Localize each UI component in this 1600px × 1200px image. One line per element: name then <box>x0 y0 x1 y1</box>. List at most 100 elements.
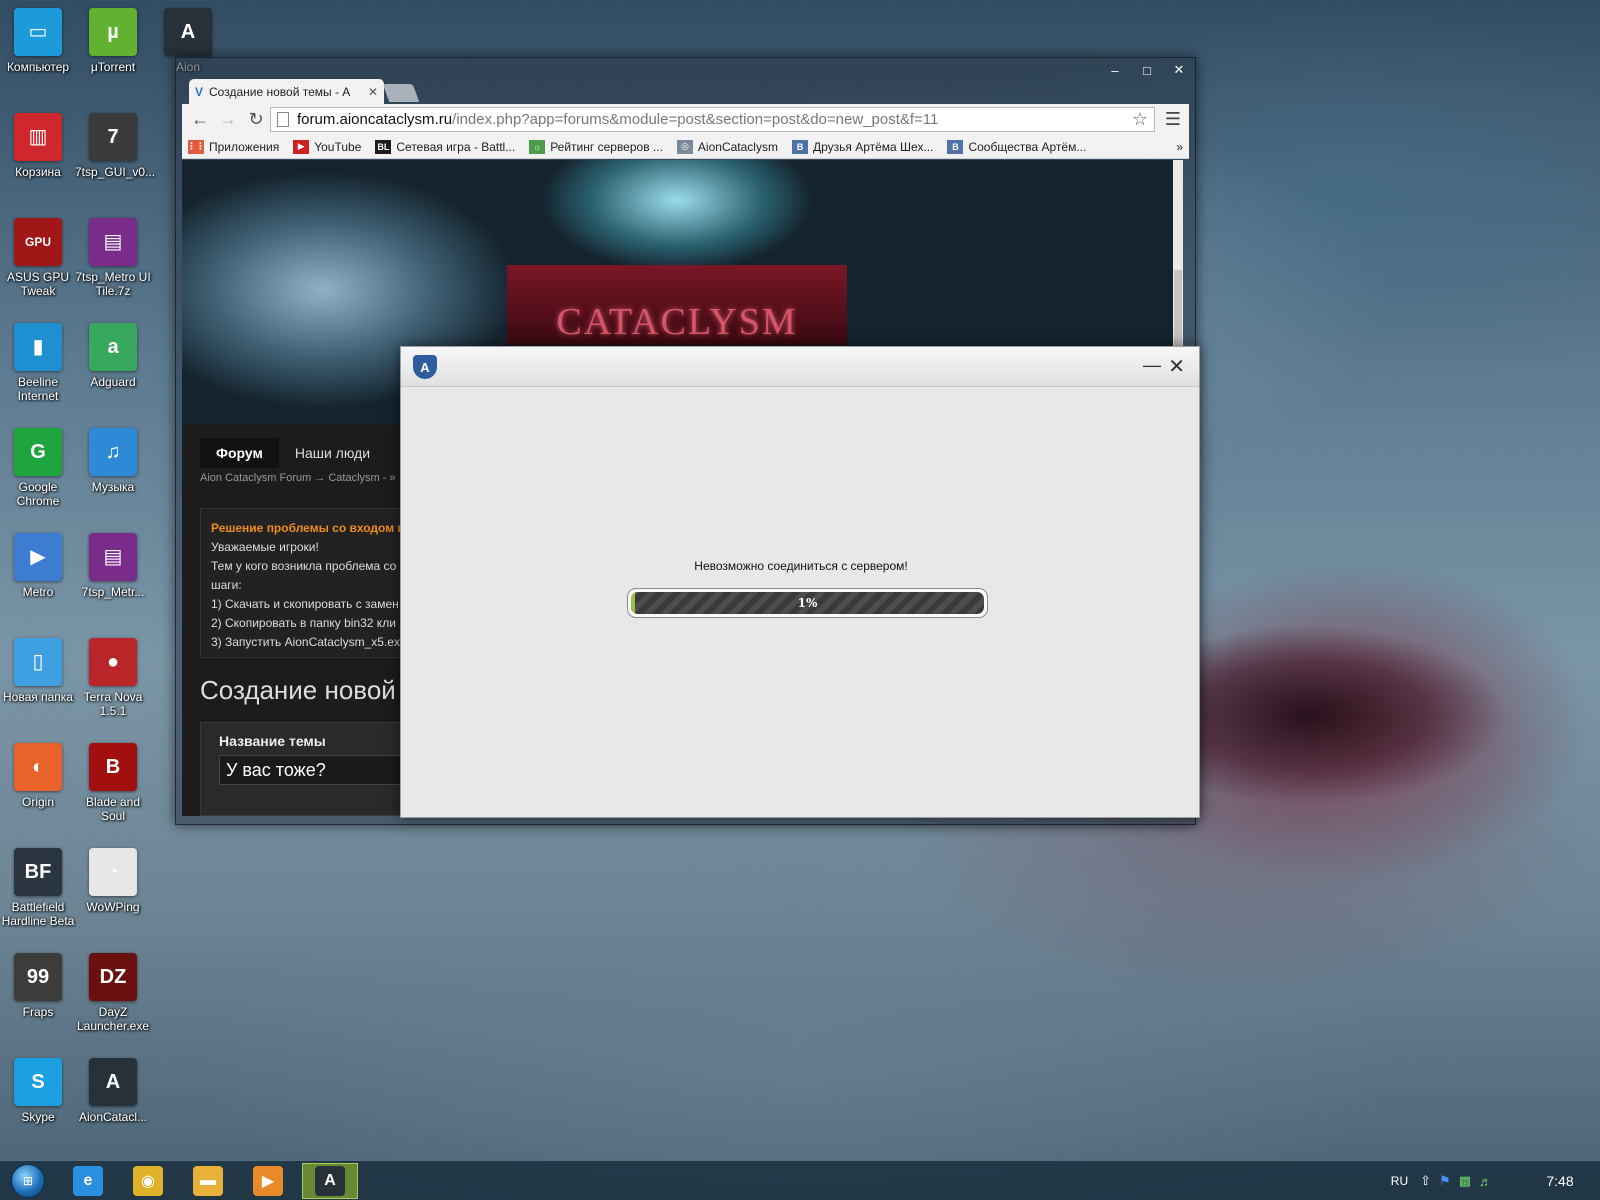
page-icon <box>277 112 289 127</box>
desktop-icon-label: Terra Nova 1.5.1 <box>83 690 143 718</box>
desktop-icon[interactable]: 99 Fraps <box>0 953 76 1019</box>
desktop-icon[interactable]: ▭ Компьютер <box>0 8 76 74</box>
maximize-icon[interactable]: □ <box>1131 58 1163 82</box>
bookmark-favicon-icon: ☼ <box>529 139 546 154</box>
bookmark-favicon-icon: BL <box>375 139 392 154</box>
update-progress-bar: 1% <box>627 588 988 618</box>
app-icon: ▯ <box>14 638 62 686</box>
bookmark-label: Друзья Артёма Шех... <box>812 139 934 154</box>
address-bar[interactable]: forum.aioncataclysm.ru/index.php?app=for… <box>270 107 1155 132</box>
bookmark-item[interactable]: ▶ YouTube <box>293 139 362 154</box>
tab-close-icon[interactable]: ✕ <box>368 85 378 99</box>
launcher-minimize-icon[interactable]: — <box>1143 355 1161 376</box>
bookmark-item[interactable]: B Сообщества Артём... <box>947 139 1086 154</box>
desktop-icon[interactable]: DZ DayZ Launcher.exe <box>75 953 151 1033</box>
flag-icon[interactable]: ⚑ <box>1439 1173 1451 1189</box>
desktop-icon[interactable]: G Google Chrome <box>0 428 76 508</box>
desktop-icon-label: AionCatacl... <box>78 1110 148 1124</box>
desktop-icon[interactable]: GPU ASUS GPU Tweak <box>0 218 76 298</box>
bookmark-favicon-icon: ▶ <box>293 139 310 154</box>
menu-hamburger-icon[interactable]: ☰ <box>1161 109 1185 130</box>
bookmark-label: Приложения <box>209 139 280 154</box>
taskbar-internet-explorer-button[interactable]: e <box>60 1163 116 1199</box>
reload-icon[interactable]: ↻ <box>242 109 270 130</box>
bookmark-item[interactable]: BL Сетевая игра - Battl... <box>375 139 516 154</box>
new-tab-button[interactable] <box>382 84 420 102</box>
bookmark-item[interactable]: ☼ Рейтинг серверов ... <box>529 139 663 154</box>
bookmark-label: Рейтинг серверов ... <box>550 139 663 154</box>
site-favicon-icon: V <box>195 84 204 99</box>
close-icon[interactable]: ✕ <box>1163 58 1195 82</box>
desktop-icon-label: Origin <box>21 795 54 809</box>
launcher-dialog: A — ✕ Невозможно соединиться с сервером!… <box>400 346 1200 818</box>
desktop-icon-label: ASUS GPU Tweak <box>6 270 69 298</box>
desktop-icon[interactable]: ▤ 7tsp_Metr... <box>75 533 151 599</box>
desktop-icon-label: Fraps <box>22 1005 54 1019</box>
bookmark-label: YouTube <box>314 139 362 154</box>
desktop-icon[interactable]: A AionCatacl... <box>75 1058 151 1124</box>
back-arrow-icon[interactable]: ← <box>186 109 214 130</box>
desktop-icon[interactable]: ♫ Музыка <box>75 428 151 494</box>
clock[interactable]: 7:48 <box>1520 1173 1600 1189</box>
launcher-close-icon[interactable]: ✕ <box>1168 354 1185 379</box>
app-icon: B <box>89 743 137 791</box>
app-icon: A <box>164 8 212 56</box>
desktop-icon[interactable]: ▶ Metro <box>0 533 76 599</box>
taskbar-aion-launcher-button[interactable]: A <box>302 1163 358 1199</box>
system-tray: RU ⇧ ⚑ ▩ ♬ 7:48 <box>1391 1161 1600 1200</box>
desktop-icon[interactable]: ▯ Новая папка <box>0 638 76 704</box>
forward-arrow-icon[interactable]: → <box>214 109 242 130</box>
desktop-icon[interactable]: ▥ Корзина <box>0 113 76 179</box>
bookmark-item[interactable]: ◎ AionCataclysm <box>676 139 778 154</box>
minimize-icon[interactable]: – <box>1099 58 1131 82</box>
forum-tab[interactable]: Форум <box>200 438 279 468</box>
desktop-icon[interactable]: a Adguard <box>75 323 151 389</box>
page-title: Создание новой <box>200 675 396 705</box>
bookmark-favicon-icon: B <box>791 139 808 154</box>
breadcrumb[interactable]: Aion Cataclysm Forum → Cataclysm - » <box>200 472 396 484</box>
chrome-icon: ◉ <box>133 1166 163 1196</box>
desktop-icon[interactable]: 7 7tsp_GUI_v0... <box>75 113 155 179</box>
bookmark-label: AionCataclysm <box>697 139 778 154</box>
desktop-icon[interactable]: µ μTorrent <box>75 8 151 74</box>
app-icon: ▤ <box>89 218 137 266</box>
app-icon: ▶ <box>14 533 62 581</box>
app-icon: ▭ <box>14 8 62 56</box>
desktop-icon[interactable]: ● Terra Nova 1.5.1 <box>75 638 151 718</box>
desktop-icon[interactable]: ◔ WoWPing <box>75 848 151 914</box>
desktop-icon[interactable]: ◐ Origin <box>0 743 76 809</box>
bookmark-star-icon[interactable]: ☆ <box>1132 109 1148 130</box>
desktop-icon-label: Новая папка <box>3 690 73 704</box>
volume-icon[interactable]: ♬ <box>1479 1174 1492 1189</box>
bookmark-favicon-icon: ⋮⋮ <box>187 139 205 154</box>
app-icon: G <box>14 428 62 476</box>
desktop-icon[interactable]: ▤ 7tsp_Metro UI Tile.7z <box>75 218 151 298</box>
forum-tab[interactable]: Наши люди <box>279 438 386 468</box>
bookmarks-more-button[interactable]: » <box>1176 140 1183 154</box>
desktop-icon[interactable]: B Blade and Soul <box>75 743 151 823</box>
bookmarks-bar: ⋮⋮ Приложения ▶ YouTube BL Сетевая игра - Bat… <box>182 135 1189 159</box>
language-indicator[interactable]: RU <box>1391 1174 1408 1188</box>
desktop-icon[interactable]: BF Battlefield Hardline Beta <box>0 848 76 928</box>
arrow-up-circle-icon[interactable]: ⇧ <box>1420 1173 1431 1189</box>
app-icon: BF <box>14 848 62 896</box>
desktop-icon[interactable]: S Skype <box>0 1058 76 1124</box>
app-icon: ▮ <box>14 323 62 371</box>
taskbar-media-player-button[interactable]: ▶ <box>240 1163 296 1199</box>
bookmark-item[interactable]: B Друзья Артёма Шех... <box>791 139 934 154</box>
desktop-icon-label: Компьютер <box>6 60 70 74</box>
app-icon: GPU <box>14 218 62 266</box>
taskbar-start-button[interactable]: ⊞ <box>0 1163 56 1199</box>
taskbar-explorer-button[interactable]: ▬ <box>180 1163 236 1199</box>
bookmark-item[interactable]: ⋮⋮ Приложения <box>187 139 280 154</box>
browser-tab-active[interactable]: V Создание новой темы - A ✕ <box>189 79 384 104</box>
desktop-icon-label: WoWPing <box>86 900 140 914</box>
app-icon: 99 <box>14 953 62 1001</box>
network-icon[interactable]: ▩ <box>1459 1173 1471 1189</box>
desktop-icon-label: Beeline Internet <box>17 375 59 403</box>
scrollbar-thumb[interactable] <box>1174 270 1182 350</box>
desktop-icon[interactable]: ▮ Beeline Internet <box>0 323 76 403</box>
taskbar-chrome-button[interactable]: ◉ <box>120 1163 176 1199</box>
internet-explorer-icon: e <box>73 1166 103 1196</box>
bookmark-label: Сетевая игра - Battl... <box>396 139 516 154</box>
